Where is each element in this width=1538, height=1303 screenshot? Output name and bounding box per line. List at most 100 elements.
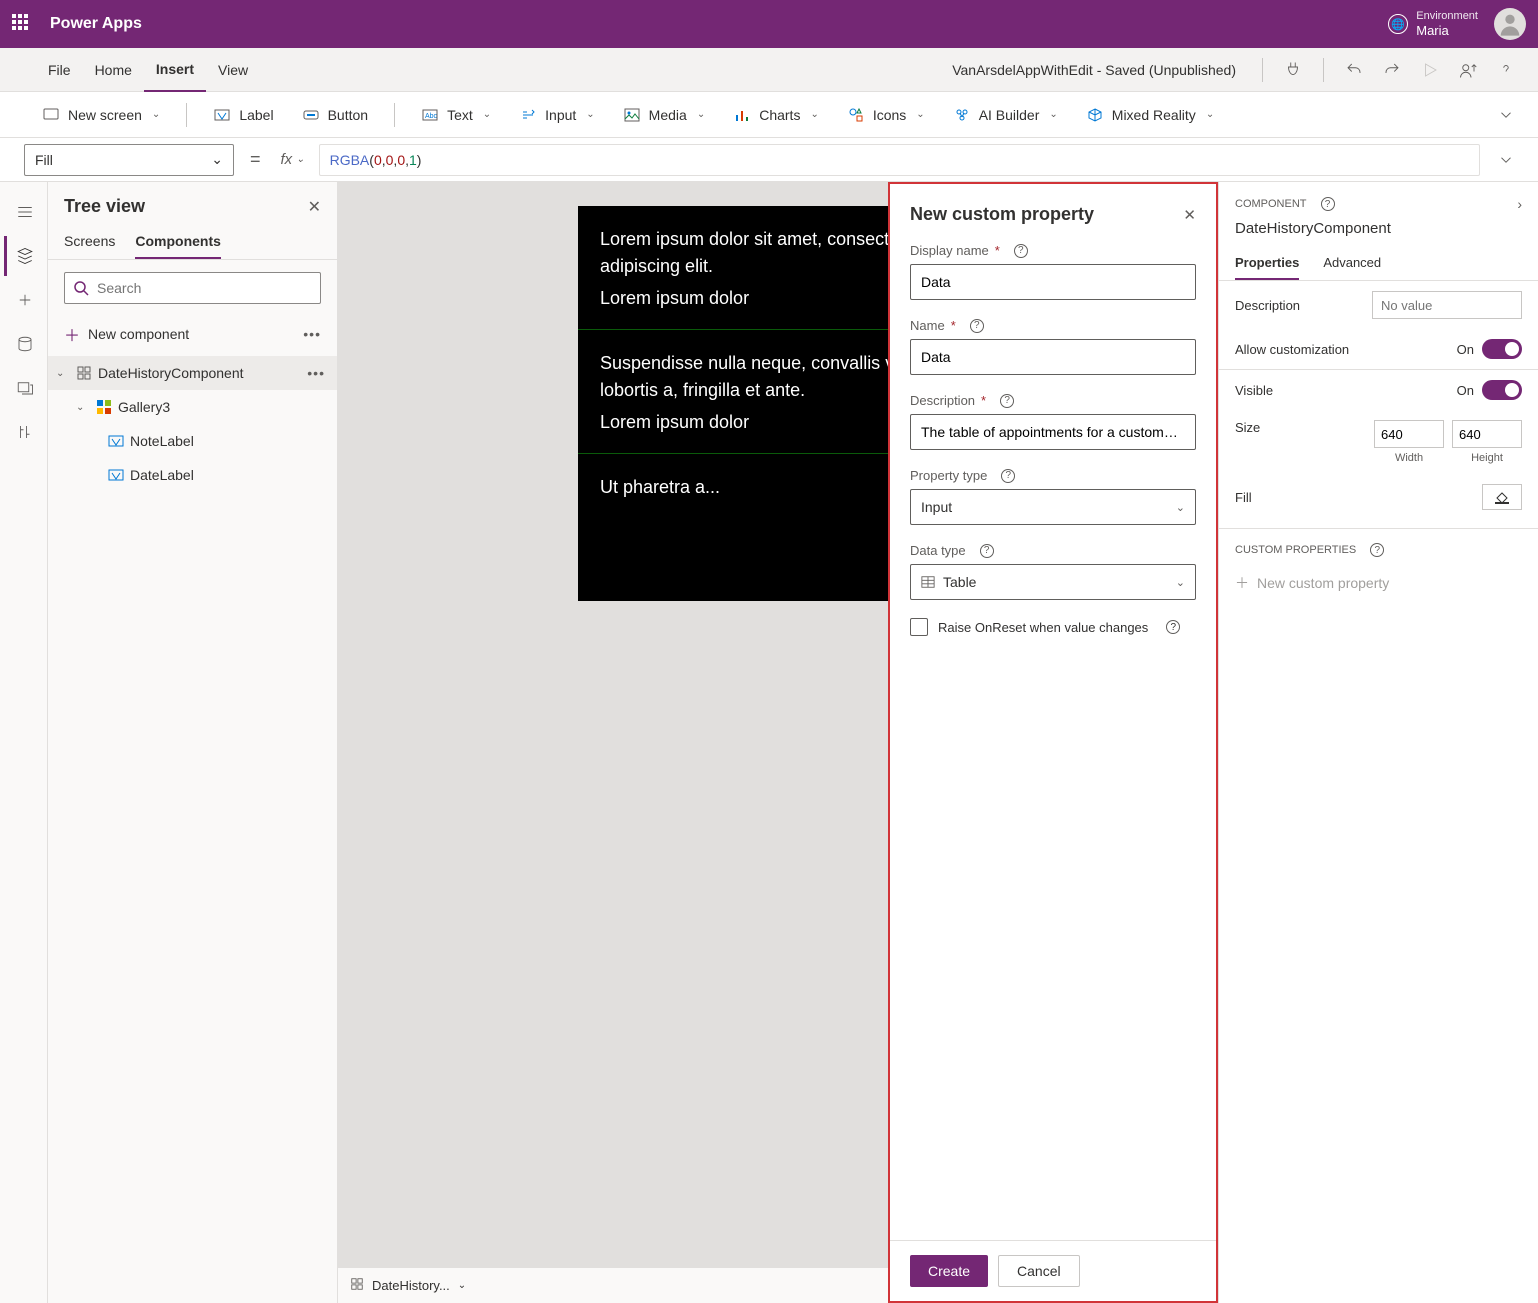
tree-item-gallery[interactable]: ⌄ Gallery3 [48, 390, 337, 424]
table-icon [921, 575, 935, 589]
new-custom-property-button[interactable]: ＋ New custom property [1219, 563, 1538, 603]
advanced-tools-icon[interactable] [4, 412, 44, 452]
text-button[interactable]: Abc Text⌄ [411, 99, 501, 131]
description-prop-input[interactable] [1372, 291, 1522, 319]
mixed-reality-button[interactable]: Mixed Reality⌄ [1076, 99, 1224, 131]
display-name-input[interactable] [910, 264, 1196, 300]
plus-icon: ＋ [1235, 573, 1249, 593]
close-icon[interactable]: ✕ [1183, 206, 1196, 224]
tree-item-datelabel[interactable]: DateLabel [48, 458, 337, 492]
component-name: DateHistoryComponent [1219, 216, 1538, 247]
expand-toolbar-icon[interactable] [1490, 99, 1522, 131]
label-button[interactable]: Label [203, 99, 283, 131]
data-type-select[interactable]: Table ⌄ [910, 564, 1196, 600]
help-icon[interactable]: ? [1000, 394, 1014, 408]
tab-properties[interactable]: Properties [1235, 247, 1299, 280]
menu-insert[interactable]: Insert [144, 48, 206, 92]
allow-customization-toggle[interactable] [1482, 339, 1522, 359]
menu-view[interactable]: View [206, 48, 260, 92]
tree-view-icon[interactable] [4, 236, 44, 276]
tree-item-component[interactable]: ⌄ DateHistoryComponent ••• [48, 356, 337, 390]
hamburger-icon[interactable] [4, 192, 44, 232]
button-button[interactable]: Button [292, 99, 378, 131]
charts-button[interactable]: Charts⌄ [723, 99, 829, 131]
display-name-label: Display name *? [910, 243, 1196, 258]
new-screen-button[interactable]: New screen⌄ [32, 99, 170, 131]
fx-icon[interactable]: fx⌄ [277, 151, 309, 168]
help-icon[interactable]: ? [970, 319, 984, 333]
insert-icon[interactable] [4, 280, 44, 320]
chevron-down-icon: ⌄ [1206, 109, 1214, 120]
undo-icon[interactable] [1338, 54, 1370, 86]
description-input[interactable] [910, 414, 1196, 450]
chevron-down-icon[interactable]: ⌄ [458, 1280, 466, 1291]
tree-item-notelabel[interactable]: NoteLabel [48, 424, 337, 458]
menu-home[interactable]: Home [83, 48, 144, 92]
tab-components[interactable]: Components [135, 225, 221, 259]
allow-customization-label: Allow customization [1235, 342, 1349, 357]
input-button[interactable]: Input⌄ [509, 99, 605, 131]
help-icon[interactable]: ? [1370, 543, 1384, 557]
chevron-down-icon: ⌄ [1176, 576, 1185, 589]
help-icon[interactable]: ? [980, 544, 994, 558]
equals-sign: = [244, 149, 267, 170]
input-icon [519, 106, 537, 124]
more-icon[interactable]: ••• [303, 326, 321, 342]
data-icon[interactable] [4, 324, 44, 364]
help-icon[interactable]: ? [1321, 197, 1335, 211]
env-label: Environment [1416, 10, 1478, 23]
width-input[interactable] [1374, 420, 1444, 448]
tab-screens[interactable]: Screens [64, 225, 115, 259]
media-button[interactable]: Media⌄ [613, 99, 716, 131]
label-icon [108, 433, 124, 449]
onreset-checkbox[interactable] [910, 618, 928, 636]
chevron-right-icon[interactable]: › [1517, 196, 1522, 212]
plus-icon: ＋ [64, 322, 80, 346]
visible-toggle[interactable] [1482, 380, 1522, 400]
chevron-down-icon[interactable]: ⌄ [76, 402, 90, 413]
redo-icon[interactable] [1376, 54, 1408, 86]
close-icon[interactable]: ✕ [308, 197, 321, 217]
expand-formula-icon[interactable] [1490, 144, 1522, 176]
help-icon[interactable]: ? [1014, 244, 1028, 258]
chevron-down-icon: ⌄ [1176, 501, 1185, 514]
share-icon[interactable] [1452, 54, 1484, 86]
property-selector[interactable]: Fill ⌄ [24, 144, 234, 176]
help-icon[interactable]: ? [1166, 620, 1180, 634]
search-input[interactable] [97, 280, 312, 296]
help-icon[interactable]: ? [1001, 469, 1015, 483]
fill-color-picker[interactable] [1482, 484, 1522, 510]
ai-builder-button[interactable]: AI Builder⌄ [943, 99, 1068, 131]
menu-file[interactable]: File [36, 48, 83, 92]
chevron-down-icon[interactable]: ⌄ [56, 368, 70, 379]
icons-icon [847, 106, 865, 124]
dialog-title: New custom property [910, 204, 1183, 225]
height-input[interactable] [1452, 420, 1522, 448]
environment-picker[interactable]: 🌐 Environment Maria [1388, 10, 1478, 39]
icons-button[interactable]: Icons⌄ [837, 99, 935, 131]
tab-advanced[interactable]: Advanced [1323, 247, 1381, 280]
app-checker-icon[interactable] [1277, 54, 1309, 86]
media-rail-icon[interactable] [4, 368, 44, 408]
help-icon[interactable] [1490, 54, 1522, 86]
property-type-select[interactable]: Input ⌄ [910, 489, 1196, 525]
description-prop-label: Description [1235, 298, 1300, 313]
app-header: Power Apps 🌐 Environment Maria [0, 0, 1538, 48]
user-avatar[interactable] [1494, 8, 1526, 40]
tree-view-panel: Tree view ✕ Screens Components ＋ New com… [48, 182, 338, 1303]
create-button[interactable]: Create [910, 1255, 988, 1287]
charts-icon [733, 106, 751, 124]
app-launcher-icon[interactable] [12, 14, 32, 34]
component-icon [350, 1277, 364, 1294]
formula-input[interactable]: RGBA(0, 0, 0, 1) [319, 144, 1480, 176]
name-input[interactable] [910, 339, 1196, 375]
cancel-button[interactable]: Cancel [998, 1255, 1080, 1287]
text-icon: Abc [421, 106, 439, 124]
play-icon[interactable] [1414, 54, 1446, 86]
tree-view-title: Tree view [64, 196, 308, 217]
new-component-button[interactable]: ＋ New component ••• [48, 316, 337, 356]
more-icon[interactable]: ••• [307, 365, 325, 381]
size-label: Size [1235, 420, 1260, 435]
label-icon [213, 106, 231, 124]
tree-search[interactable] [64, 272, 321, 304]
